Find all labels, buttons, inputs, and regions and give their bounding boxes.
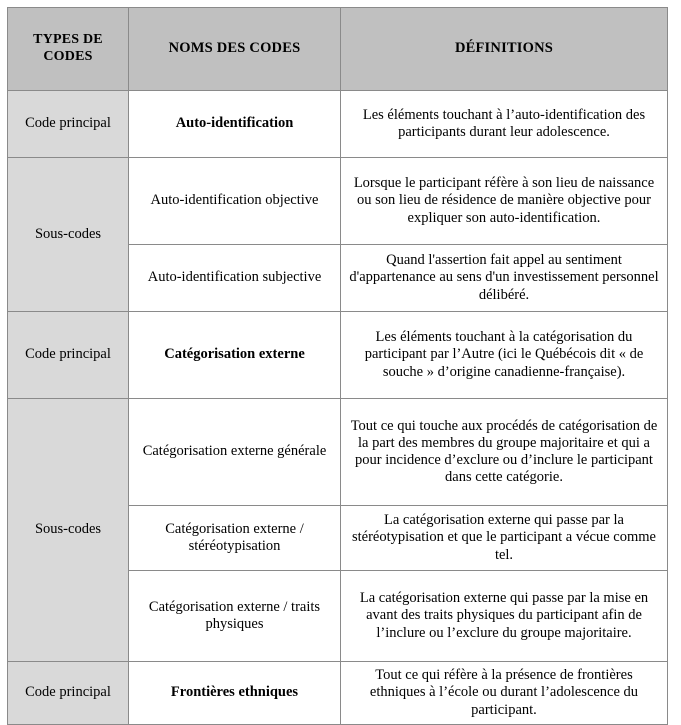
code-name-cell: Auto-identification subjective xyxy=(128,244,341,312)
table-row: Sous-codes Catégorisation externe généra… xyxy=(7,398,668,662)
code-definition-cell: Les éléments touchant à l’auto-identific… xyxy=(340,90,668,158)
code-definition-cell: Quand l'assertion fait appel au sentimen… xyxy=(340,244,668,312)
code-type-cell: Sous-codes xyxy=(7,398,129,662)
code-type-cell: Code principal xyxy=(7,661,129,725)
document-page: TYPES DE CODES NOMS DES CODES DÉFINITION… xyxy=(0,0,681,725)
code-definition-cell: Tout ce qui réfère à la présence de fron… xyxy=(340,661,668,725)
code-name-cell: Auto-identification objective xyxy=(128,157,341,245)
table-row: Code principal Auto-identification Les é… xyxy=(7,90,668,158)
table-body: Code principal Auto-identification Les é… xyxy=(7,90,668,725)
code-definition-cell: Lorsque le participant réfère à son lieu… xyxy=(340,157,668,245)
column-header-noms-des-codes: NOMS DES CODES xyxy=(128,7,341,91)
code-name-cell: Catégorisation externe générale xyxy=(128,398,341,506)
code-definition-cell: La catégorisation externe qui passe par … xyxy=(340,570,668,662)
codes-table: TYPES DE CODES NOMS DES CODES DÉFINITION… xyxy=(7,7,668,725)
table-header: TYPES DE CODES NOMS DES CODES DÉFINITION… xyxy=(7,7,668,91)
table-row: Sous-codes Auto-identification objective… xyxy=(7,157,668,312)
code-type-cell: Code principal xyxy=(7,90,129,158)
column-header-definitions: DÉFINITIONS xyxy=(340,7,668,91)
code-name-cell: Catégorisation externe / traits physique… xyxy=(128,570,341,662)
code-name-cell: Frontières ethniques xyxy=(128,661,341,725)
code-type-cell: Code principal xyxy=(7,311,129,399)
code-name-cell: Catégorisation externe / stéréotypisatio… xyxy=(128,505,341,571)
code-definition-cell: Tout ce qui touche aux procédés de catég… xyxy=(340,398,668,506)
code-type-cell: Sous-codes xyxy=(7,157,129,312)
code-definition-cell: La catégorisation externe qui passe par … xyxy=(340,505,668,571)
code-definition-cell: Les éléments touchant à la catégorisatio… xyxy=(340,311,668,399)
table-row: Code principal Frontières ethniques Tout… xyxy=(7,661,668,725)
code-name-cell: Auto-identification xyxy=(128,90,341,158)
column-header-types-de-codes: TYPES DE CODES xyxy=(7,7,129,91)
table-row: Code principal Catégorisation externe Le… xyxy=(7,311,668,399)
header-row: TYPES DE CODES NOMS DES CODES DÉFINITION… xyxy=(7,7,668,91)
code-name-cell: Catégorisation externe xyxy=(128,311,341,399)
